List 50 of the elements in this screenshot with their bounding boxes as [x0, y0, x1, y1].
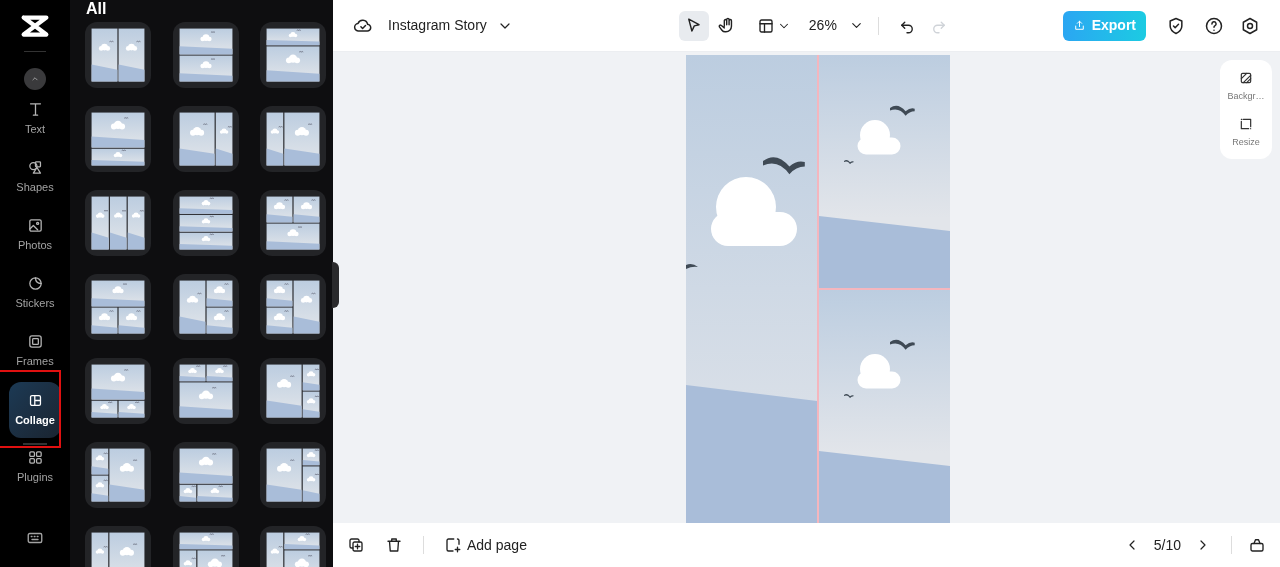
rail-item[interactable]: Collage	[9, 382, 61, 438]
collage-template-button[interactable]	[172, 106, 239, 172]
side-tool-button[interactable]: Backgr…	[1227, 70, 1265, 104]
shield-check-icon[interactable]	[1166, 15, 1186, 36]
collage-template-button[interactable]	[85, 358, 151, 424]
shapes-icon	[26, 158, 44, 176]
collage-template-button[interactable]	[172, 358, 239, 424]
collage-template-button[interactable]	[85, 442, 151, 508]
collage-template-button[interactable]	[260, 106, 327, 172]
panel-collapse-handle[interactable]	[332, 262, 339, 308]
rail-item[interactable]: Shapes	[9, 148, 61, 206]
rail-item[interactable]: Plugins	[9, 438, 61, 496]
frame-icon	[26, 332, 44, 350]
collage-template-button[interactable]	[172, 190, 239, 256]
collage-template-button[interactable]	[260, 190, 327, 256]
collage-template-button[interactable]	[260, 442, 327, 508]
delete-icon[interactable]	[385, 536, 403, 554]
add-page-icon	[444, 536, 462, 554]
image-icon	[26, 216, 44, 234]
rail-item[interactable]: Text	[9, 90, 61, 148]
rail-item[interactable]: Stickers	[9, 264, 61, 322]
settings-icon[interactable]	[1240, 15, 1260, 36]
collage-template-button[interactable]	[85, 190, 151, 256]
upload-icon	[1072, 19, 1086, 32]
page-counter: 5/10	[1153, 535, 1181, 555]
collage-template-button[interactable]	[260, 358, 327, 424]
collage-template-button[interactable]	[172, 22, 239, 88]
toolbox-icon[interactable]	[1248, 536, 1266, 554]
layout-icon	[756, 16, 775, 35]
add-page-button[interactable]: Add page	[444, 534, 527, 556]
collage-template-button[interactable]	[172, 274, 239, 340]
duplicate-page-icon[interactable]	[347, 536, 365, 554]
collage-template-button[interactable]	[85, 274, 151, 340]
layout-dropdown[interactable]	[756, 16, 791, 35]
rail-item[interactable]: Photos	[9, 206, 61, 264]
project-title-dropdown[interactable]: Instagram Story	[388, 15, 513, 36]
hatched-square-icon	[1238, 70, 1254, 86]
sticker-icon	[26, 274, 44, 292]
grid-icon	[26, 448, 44, 466]
side-tool-button[interactable]: Resize	[1232, 115, 1260, 149]
collage-template-button[interactable]	[85, 22, 151, 88]
collage-template-button[interactable]	[260, 22, 327, 88]
collage-template-button[interactable]	[85, 106, 151, 172]
collage-template-button[interactable]	[260, 274, 327, 340]
canvas-tool-button[interactable]	[678, 10, 709, 41]
help-icon[interactable]	[1204, 15, 1224, 36]
zoom-dropdown[interactable]: 26%	[808, 15, 864, 36]
panel-heading: All	[86, 1, 107, 17]
collage-template-button[interactable]	[172, 442, 239, 508]
rail-item[interactable]: Frames	[9, 322, 61, 380]
